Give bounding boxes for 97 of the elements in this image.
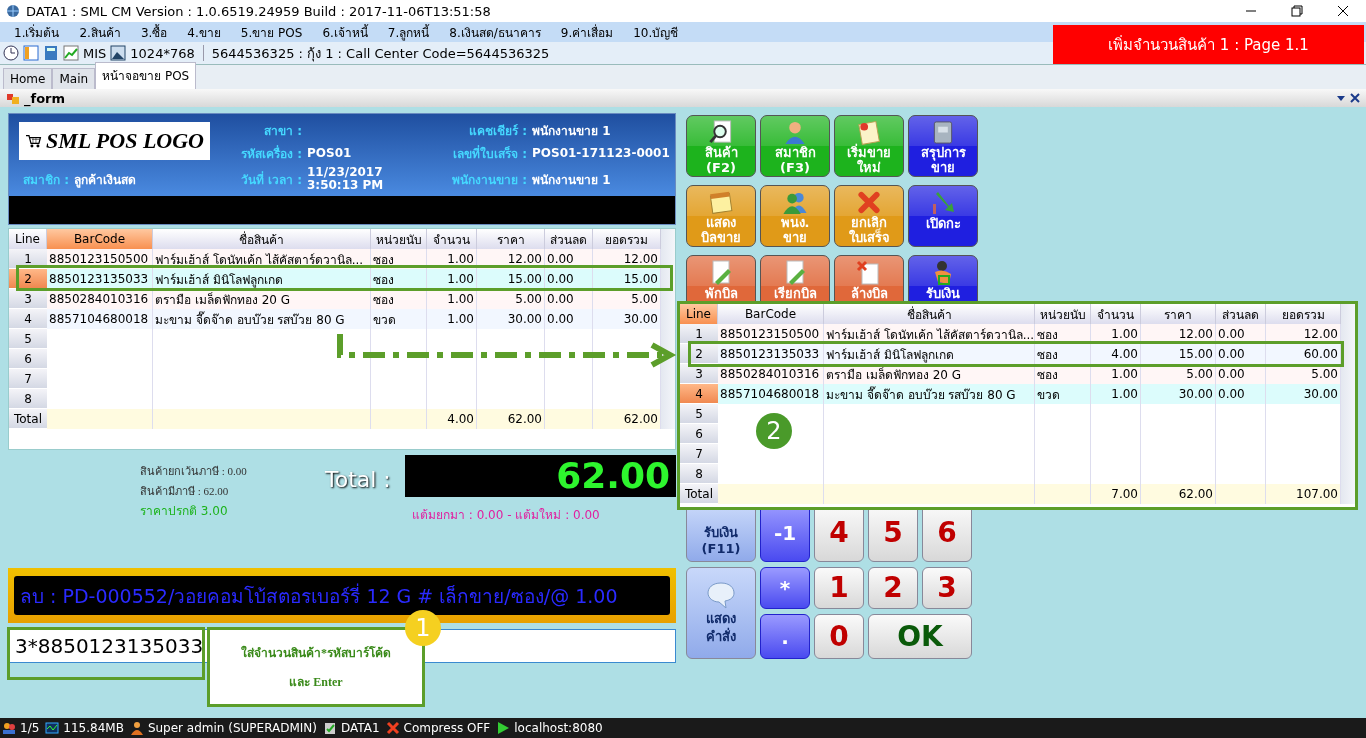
table-cell: 12.00	[1141, 324, 1216, 344]
field-value: พนักงานขาย 1	[532, 122, 611, 140]
tax-exempt-total: สินค้ายกเว้นภาษี : 0.00	[140, 464, 248, 479]
table-cell: 30.00	[1266, 384, 1341, 404]
table-cell: ซอง	[1035, 324, 1091, 344]
table-cell: 5.00	[593, 289, 661, 309]
line-number: 6	[680, 424, 718, 444]
table-cell: ขวด	[371, 309, 427, 329]
table-cell: 60.00	[1266, 344, 1341, 364]
line-number: 2	[9, 269, 47, 289]
status-item: 1/5	[20, 721, 40, 735]
field-label: สมาชิก :	[23, 171, 69, 189]
table-cell: 1.00	[1091, 384, 1141, 404]
table-cell: 0.00	[545, 309, 593, 329]
field-label: เลขที่ใบเสร็จ :	[452, 144, 527, 163]
table-cell: ขวด	[1035, 384, 1091, 404]
table-cell: 8850284010316	[47, 289, 153, 309]
logo-text: SML POS LOGO	[45, 128, 204, 154]
table-cell: ฟาร์มเฮ้าส์ มินิโลฟลูกเกด	[824, 344, 1035, 364]
table-cell: 5.00	[477, 289, 545, 309]
table-cell: 1.00	[427, 289, 477, 309]
table-cell: 8850123150500	[718, 324, 824, 344]
field-value: ลูกค้าเงินสด	[74, 171, 136, 189]
total-cell: 62.00	[593, 409, 661, 429]
table-cell: มะขาม จี๊ดจ๊าด อบบ๊วย รสบ๊วย 80 G	[153, 309, 371, 329]
field-value: POS01	[307, 146, 352, 160]
table-cell: ซอง	[371, 269, 427, 289]
line-number: 8	[9, 389, 47, 409]
time-value: 3:50:13 PM	[307, 179, 384, 192]
line-number: 8	[680, 464, 718, 484]
total-label: Total :	[325, 467, 392, 492]
taxable-total: สินค้ามีภาษี : 62.00	[140, 484, 230, 499]
table-cell: 4.00	[1091, 344, 1141, 364]
line-number: 3	[9, 289, 47, 309]
line-number: 6	[9, 349, 47, 369]
total-cell: 62.00	[1141, 484, 1216, 504]
table-cell: 8850123135033	[718, 344, 824, 364]
table-cell: 30.00	[593, 309, 661, 329]
table-cell: มะขาม จี๊ดจ๊าด อบบ๊วย รสบ๊วย 80 G	[824, 384, 1035, 404]
total-display: 62.00	[405, 455, 676, 497]
line-number: 1	[680, 324, 718, 344]
date-value: 11/23/2017	[307, 166, 384, 179]
field-label: แคชเชียร์ :	[468, 122, 527, 140]
line-number: 5	[680, 404, 718, 424]
callout-text: ใส่จำนวนสินค้า*รหัสบาร์โค้ด	[241, 644, 391, 662]
table-cell: 8857104680018	[47, 309, 153, 329]
window-title: DATA1 : SML CM Version : 1.0.6519.24959 Build : 2017-11-06T13:51:58	[26, 3, 492, 19]
total-cell: 62.00	[477, 409, 545, 429]
table-cell: 15.00	[1141, 344, 1216, 364]
message-display: ลบ : PD-000552/วอยคอมโบ้สตอรเบอร์รี่ 12 G # เล็กขาย/ซอง/@ 1.00	[14, 576, 670, 615]
table-cell: 15.00	[477, 269, 545, 289]
table-cell: 0.00	[1216, 324, 1266, 344]
total-cell: 7.00	[1091, 484, 1141, 504]
field-label: สาขา :	[263, 122, 302, 140]
notice-banner: เพิ่มจำนวนสินค้า 1 : Page 1.1	[1053, 25, 1364, 64]
status-item: DATA1	[341, 721, 380, 735]
line-number: 4	[9, 309, 47, 329]
status-item: localhost:8080	[514, 721, 603, 735]
line-number: 5	[9, 329, 47, 349]
field-value: POS01-171123-0001	[532, 146, 670, 160]
line-number: 7	[680, 444, 718, 464]
table-cell: 12.00	[1266, 324, 1341, 344]
field-label: รหัสเครื่อง :	[240, 144, 302, 163]
total-label: Total	[680, 484, 718, 504]
table-cell: 1.00	[427, 269, 477, 289]
field-label: วันที่ เวลา :	[239, 170, 302, 189]
normal-price: ราคาปรกติ 3.00	[139, 503, 229, 520]
form-title: _form	[24, 90, 66, 106]
callout-text: และ Enter	[289, 674, 343, 691]
field-label: พนักงานขาย :	[451, 171, 527, 189]
table-cell: 0.00	[545, 269, 593, 289]
table-cell: ซอง	[1035, 344, 1091, 364]
table-cell: 8857104680018	[718, 384, 824, 404]
line-number: 7	[9, 369, 47, 389]
table-cell: 0.00	[1216, 344, 1266, 364]
status-item: Super admin (SUPERADMIN)	[147, 721, 318, 735]
table-cell: 8850123135033	[47, 269, 153, 289]
total-cell: 4.00	[427, 409, 477, 429]
field-value: พนักงานขาย 1	[532, 171, 611, 189]
table-cell: ฟาร์มเฮ้าส์ โดนัทเค้ก ไส้คัสตาร์ดวานิล...	[824, 324, 1035, 344]
call-center-info: 5644536325 : กุ้ง 1 : Call Center Code=5644536325	[211, 44, 550, 64]
total-cell: 107.00	[1266, 484, 1341, 504]
table-cell: ตรามือ เมล็ดฟักทอง 20 G	[153, 289, 371, 309]
status-item: 115.84MB	[63, 721, 124, 735]
table-cell: 30.00	[1141, 384, 1216, 404]
table-cell: ฟาร์มเฮ้าส์ มินิโลฟลูกเกด	[153, 269, 371, 289]
table-cell: 0.00	[545, 289, 593, 309]
points-text: แต้มยกมา : 0.00 - แต้มใหม่ : 0.00	[412, 507, 600, 524]
table-cell: 30.00	[477, 309, 545, 329]
status-item: Compress OFF	[403, 721, 491, 735]
table-cell: ซอง	[371, 289, 427, 309]
table-cell: 1.00	[427, 309, 477, 329]
table-cell: 15.00	[593, 269, 661, 289]
line-number: 4	[680, 384, 718, 404]
table-cell: 0.00	[1216, 384, 1266, 404]
table-cell: 1.00	[1091, 324, 1141, 344]
total-label: Total	[9, 409, 47, 429]
